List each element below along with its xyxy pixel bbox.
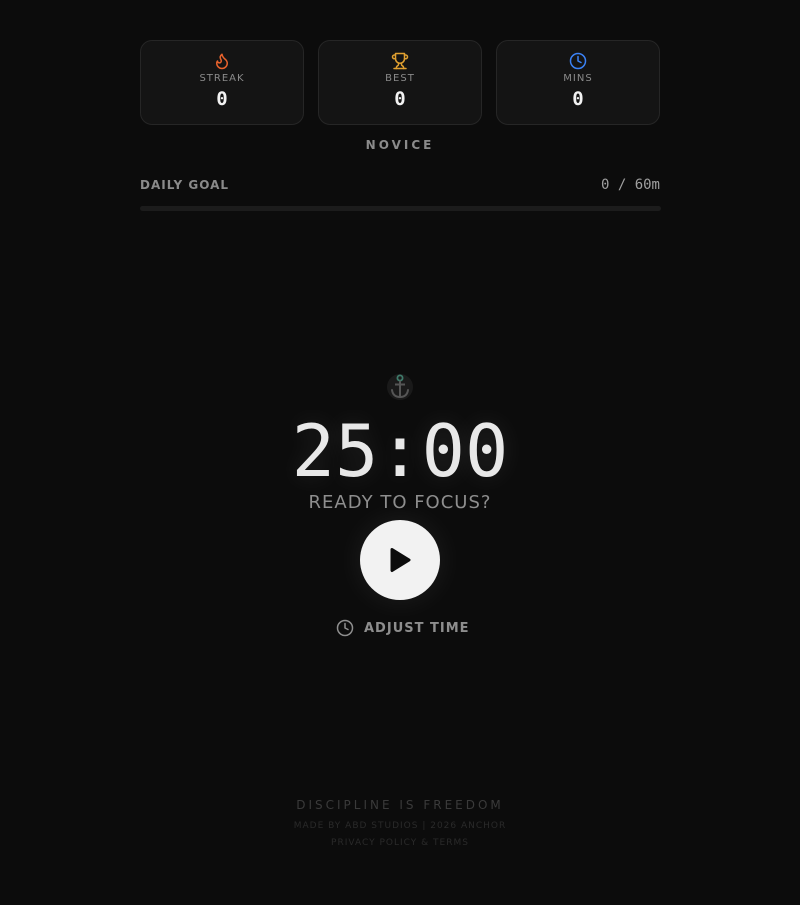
terms-link[interactable]: TERMS bbox=[433, 838, 469, 848]
adjust-time-button[interactable]: ADJUST TIME bbox=[336, 619, 470, 637]
anchor-icon bbox=[387, 374, 413, 400]
daily-goal-label: DAILY GOAL bbox=[140, 178, 230, 192]
trophy-icon bbox=[391, 52, 409, 70]
timer-status: READY TO FOCUS? bbox=[308, 492, 492, 513]
footer-motto: DISCIPLINE IS FREEDOM bbox=[296, 798, 504, 812]
footer-links: PRIVACY POLICY & TERMS bbox=[0, 838, 800, 848]
daily-goal-value: 0 / 60m bbox=[600, 177, 660, 193]
stats-row: STREAK 0 BEST 0 MINS 0 bbox=[140, 40, 660, 125]
app-page: STREAK 0 BEST 0 MINS 0 NOVICE DAILY GOAL… bbox=[0, 0, 800, 905]
daily-goal-header: DAILY GOAL 0 / 60m bbox=[140, 177, 660, 193]
timer-display: 25:00 bbox=[291, 409, 509, 493]
stat-value-best: 0 bbox=[394, 88, 406, 110]
adjust-time-label: ADJUST TIME bbox=[364, 620, 470, 636]
privacy-policy-link[interactable]: PRIVACY POLICY bbox=[331, 838, 417, 848]
rank-title: NOVICE bbox=[365, 138, 435, 152]
play-button[interactable] bbox=[360, 520, 440, 600]
stat-value-mins: 0 bbox=[572, 88, 584, 110]
flame-icon bbox=[216, 53, 228, 70]
stat-card-streak: STREAK 0 bbox=[140, 40, 304, 125]
clock-icon bbox=[336, 619, 354, 637]
stat-label-best: BEST bbox=[385, 73, 415, 84]
stat-card-mins: MINS 0 bbox=[496, 40, 660, 125]
footer-credit: MADE BY ABD STUDIOS | 2026 ANCHOR bbox=[293, 821, 507, 831]
stat-label-mins: MINS bbox=[563, 73, 593, 84]
stat-value-streak: 0 bbox=[216, 88, 228, 110]
stat-card-best: BEST 0 bbox=[318, 40, 482, 125]
play-icon bbox=[390, 548, 411, 572]
footer-link-separator: & bbox=[421, 838, 430, 848]
daily-goal-progress-bar bbox=[140, 206, 661, 211]
stat-label-streak: STREAK bbox=[199, 73, 245, 84]
clock-icon bbox=[569, 52, 587, 70]
